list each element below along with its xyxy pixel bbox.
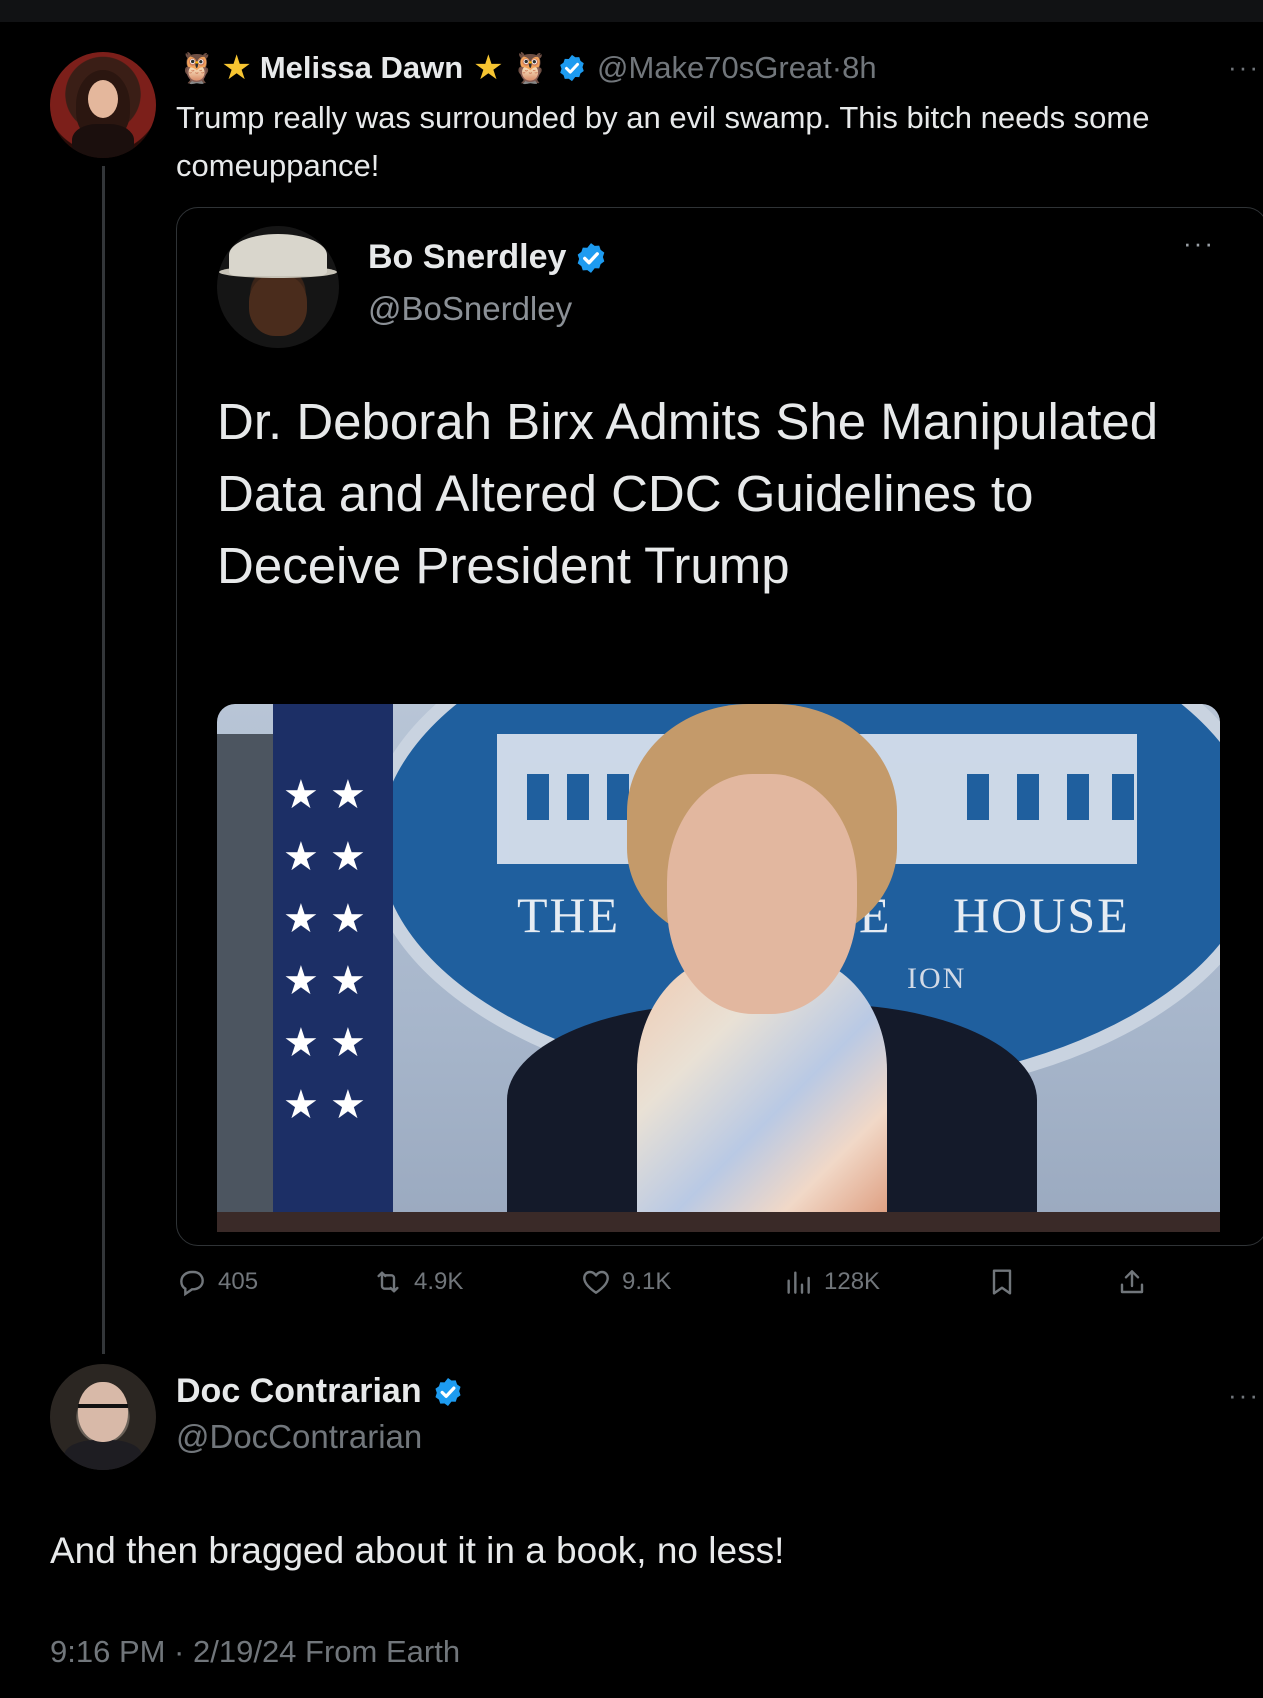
reply-author-handle[interactable]: @DocContrarian [176, 1418, 422, 1456]
verified-badge-icon [435, 1377, 461, 1406]
share-icon [1120, 1270, 1144, 1294]
american-flag-image: ★ ★ ★ ★ ★ ★ ★ ★ ★ ★ ★ ★ [273, 704, 393, 1232]
star-emoji-icon: ★ [473, 49, 504, 87]
quoted-more-options-button[interactable]: ··· [1183, 228, 1215, 259]
tweet-author-row: 🦉 ★ Melissa Dawn ★ 🦉 @Make70sGreat · 8h [178, 44, 877, 92]
author-handle[interactable]: @Make70sGreat [597, 50, 832, 86]
like-count: 9.1K [622, 1268, 672, 1295]
thread-connector-line [102, 166, 105, 1354]
seal-text-left: THE [517, 887, 621, 943]
tweet-body-text: Trump really was surrounded by an evil s… [176, 100, 1150, 183]
seal-text-sub: ION [907, 962, 967, 995]
views-count: 128K [824, 1268, 881, 1295]
views-button[interactable]: 128K [782, 1266, 880, 1298]
verified-badge-icon [560, 54, 584, 82]
views-chart-icon [787, 1271, 810, 1294]
owl-emoji-icon: 🦉 [178, 50, 216, 86]
reply-button[interactable]: 405 [176, 1266, 258, 1298]
quoted-tweet-card[interactable]: Bo Snerdley @BoSnerdley ··· Dr. Deborah … [176, 207, 1263, 1246]
reply-timestamp-meta[interactable]: 9:16 PM · 2/19/24 From Earth [50, 1634, 460, 1670]
owl-emoji-icon: 🦉 [511, 50, 549, 86]
top-status-strip [0, 0, 1263, 22]
reply-body-text: And then bragged about it in a book, no … [50, 1530, 785, 1571]
podium-edge [217, 1212, 1220, 1232]
repost-count: 4.9K [414, 1268, 464, 1295]
seal-text-right: HOUSE [953, 887, 1130, 943]
flag-pole-backdrop [217, 734, 277, 1232]
heart-icon [583, 1270, 609, 1294]
tweet-action-bar: 405 4.9K 9.1K 128K [176, 1266, 1176, 1310]
avatar-melissa-dawn[interactable] [50, 52, 156, 158]
author-display-name[interactable]: Melissa Dawn [260, 50, 463, 86]
share-button[interactable] [1116, 1266, 1158, 1298]
repost-button[interactable]: 4.9K [372, 1266, 463, 1298]
avatar-bo-snerdley[interactable] [217, 226, 339, 348]
quoted-author-handle[interactable]: @BoSnerdley [368, 290, 572, 328]
separator-dot: · [831, 50, 843, 85]
quoted-news-photo[interactable]: THE E HOUSE ION ★ ★ ★ ★ ★ ★ ★ ★ ★ ★ ★ ★ [217, 704, 1220, 1232]
tweet-timestamp[interactable]: 8h [842, 50, 876, 86]
repost-icon [377, 1271, 399, 1293]
reply-more-options-button[interactable]: ··· [1228, 1380, 1260, 1411]
bookmark-icon [992, 1269, 1012, 1295]
reply-icon [180, 1270, 204, 1297]
more-options-button[interactable]: ··· [1228, 52, 1260, 83]
quoted-author-name[interactable]: Bo Snerdley [368, 238, 618, 277]
like-button[interactable]: 9.1K [580, 1266, 671, 1298]
bookmark-button[interactable] [986, 1266, 1028, 1298]
verified-badge-icon [578, 242, 605, 273]
quoted-headline-text: Dr. Deborah Birx Admits She Manipulated … [217, 393, 1159, 594]
reply-author-name[interactable]: Doc Contrarian [176, 1372, 474, 1411]
reply-author-display-name[interactable]: Doc Contrarian [176, 1372, 422, 1411]
person-face [667, 774, 857, 1014]
quoted-author-display-name[interactable]: Bo Snerdley [368, 238, 566, 277]
reply-count: 405 [218, 1268, 259, 1295]
avatar-doc-contrarian[interactable] [50, 1364, 156, 1470]
star-emoji-icon: ★ [221, 49, 252, 87]
